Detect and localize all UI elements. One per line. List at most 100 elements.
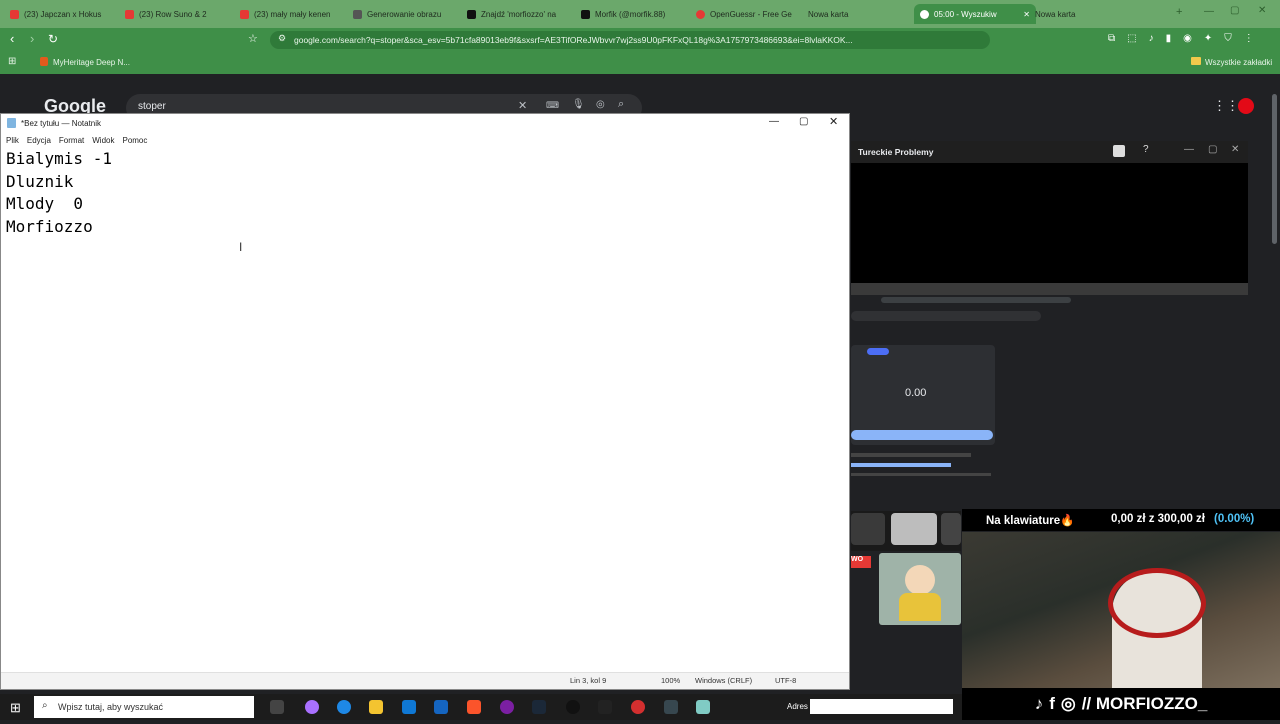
store-icon[interactable]	[434, 700, 448, 714]
popout-black-area	[851, 163, 1248, 283]
stream-handle: // MORFIOZZO_	[1081, 694, 1208, 713]
taskbar-search-placeholder: Wpisz tutaj, aby wyszukać	[58, 702, 164, 712]
stream-handle-bar: ♪ f ◎ // MORFIOZZO_	[962, 688, 1280, 720]
edge-icon[interactable]	[337, 700, 351, 714]
media-icon[interactable]: ♪	[1149, 33, 1154, 47]
windows-start-icon[interactable]: ⊞	[10, 700, 21, 716]
downloads-icon[interactable]: ⬚	[1127, 33, 1136, 47]
minimize-icon[interactable]: —	[769, 116, 779, 127]
close-icon[interactable]: ✕	[1231, 144, 1239, 155]
apps-grid-icon[interactable]: ⊞	[8, 56, 16, 67]
reload-icon[interactable]: ↻	[48, 32, 58, 46]
browser-tab[interactable]: Nowa karta	[808, 4, 908, 24]
forward-icon[interactable]: ›	[30, 31, 34, 46]
close-window-icon[interactable]: ✕	[1258, 5, 1266, 16]
clear-icon[interactable]: ✕	[518, 99, 527, 112]
shield-icon[interactable]: ⛉	[1224, 33, 1232, 47]
bookmark-myheritage[interactable]: MyHeritage Deep N...	[53, 58, 130, 67]
extensions-icon[interactable]: ⧉	[1108, 33, 1115, 47]
taskbar-search[interactable]: ⌕ Wpisz tutaj, aby wyszukać	[34, 696, 254, 718]
discord-icon[interactable]	[500, 700, 514, 714]
thumbnail-image	[851, 513, 885, 545]
browser-tab[interactable]: Nowa karta	[1035, 4, 1135, 24]
pip-icon[interactable]	[1113, 145, 1125, 157]
maximize-icon[interactable]: ▢	[799, 116, 808, 127]
close-icon[interactable]: ✕	[829, 115, 838, 128]
google-apps-icon[interactable]: ⋮⋮	[1213, 98, 1239, 114]
mini-stopwatch-tab	[867, 348, 889, 355]
browser-tab[interactable]: Morfik (@morfik.88)	[581, 4, 681, 24]
mini-result-line	[851, 473, 991, 476]
browser-tab-bar: (23) Japczan x Hokus (23) Row Suno & 2 (…	[0, 0, 1280, 28]
browser-tab[interactable]: (23) Row Suno & 2	[125, 4, 225, 24]
mini-tabbar	[851, 283, 1248, 295]
popout-titlebar[interactable]: Tureckie Problemy ? — ▢ ✕	[851, 141, 1248, 163]
sidebar-icon[interactable]: ▮	[1166, 33, 1172, 47]
menu-pomoc[interactable]: Pomoc	[122, 136, 147, 145]
menu-plik[interactable]: Plik	[6, 136, 19, 145]
address-bar-url: google.com/search?q=stoper&sca_esv=5b71c…	[294, 35, 853, 45]
notepad-title: *Bez tytułu — Notatnik	[21, 118, 102, 128]
obs-icon[interactable]	[566, 700, 580, 714]
maximize-icon[interactable]: ▢	[1230, 5, 1239, 16]
tiktok-icon: ♪	[1034, 694, 1044, 713]
back-icon[interactable]: ‹	[10, 31, 14, 46]
mini-searchbox	[851, 311, 1041, 321]
address-bar[interactable]: ⚙ google.com/search?q=stoper&sca_esv=5b7…	[270, 31, 990, 49]
browser-tab[interactable]: Generowanie obrazu	[353, 4, 453, 24]
minimize-icon[interactable]: —	[1204, 6, 1214, 17]
help-icon[interactable]: ?	[1143, 144, 1149, 155]
account-avatar[interactable]	[1238, 98, 1254, 114]
task-view-icon[interactable]	[270, 700, 284, 714]
popout-title: Tureckie Problemy	[858, 147, 934, 157]
mic-icon[interactable]: 🎙	[572, 99, 585, 110]
brave-icon[interactable]	[467, 700, 481, 714]
myheritage-icon	[40, 57, 48, 66]
profile-icon[interactable]: ◉	[1183, 33, 1192, 47]
copilot-icon[interactable]	[305, 700, 319, 714]
notepad-text-area[interactable]: Bialymis -1 Dluznik Mlody 0 Morfiozzo	[6, 148, 112, 238]
address-toolbar-input[interactable]	[810, 699, 953, 714]
menu-widok[interactable]: Widok	[92, 136, 114, 145]
keyboard-icon[interactable]: ⌨	[546, 100, 559, 111]
notepad-statusbar: Lin 3, kol 9 100% Windows (CRLF) UTF-8	[1, 672, 849, 689]
bookmark-star-icon[interactable]: ☆	[248, 32, 258, 45]
outlook-icon[interactable]	[402, 700, 416, 714]
browser-tab[interactable]: OpenGuessr - Free Ge	[696, 4, 796, 24]
notepad-taskbar-icon[interactable]	[696, 700, 710, 714]
text-line: Mlody 0	[6, 194, 84, 213]
menu-icon[interactable]: ⋮	[1244, 33, 1254, 47]
lens-icon[interactable]: ◎	[596, 99, 605, 110]
avatar	[879, 553, 961, 625]
tiktok-icon	[467, 9, 476, 19]
menu-format[interactable]: Format	[59, 136, 84, 145]
youtube-icon	[125, 9, 134, 19]
cursor-position: Lin 3, kol 9	[570, 676, 607, 685]
mini-stopwatch-card: 0.00	[851, 345, 995, 445]
browser-tab[interactable]: Znajdź 'morfiozzo' na	[467, 4, 567, 24]
ai-icon[interactable]: ✦	[1204, 33, 1212, 47]
minimize-icon[interactable]: —	[1184, 144, 1194, 155]
browser-tab[interactable]: (23) mały mały kenen	[240, 4, 340, 24]
steam-icon[interactable]	[532, 700, 546, 714]
search-icon: ⌕	[42, 700, 48, 711]
tiktok-icon	[581, 9, 590, 19]
browser-tab[interactable]: (23) Japczan x Hokus	[10, 4, 110, 24]
page-scrollbar[interactable]	[1272, 94, 1277, 244]
close-tab-icon[interactable]: ✕	[1023, 10, 1030, 19]
notepad-titlebar[interactable]: *Bez tytułu — Notatnik — ▢ ✕	[1, 114, 849, 132]
text-line: Morfiozzo	[6, 216, 93, 236]
app-icon[interactable]	[664, 700, 678, 714]
search-icon[interactable]: ⌕	[618, 98, 624, 111]
browser-tab-active[interactable]: 05:00 - Wyszukiw ✕	[914, 4, 1036, 24]
maximize-icon[interactable]: ▢	[1208, 144, 1217, 155]
stopwatch-time: 0.00	[905, 387, 927, 399]
menu-edycja[interactable]: Edycja	[27, 136, 51, 145]
app-icon[interactable]	[631, 700, 645, 714]
all-bookmarks-button[interactable]: Wszystkie zakładki	[1205, 58, 1272, 67]
site-info-icon[interactable]: ⚙	[278, 33, 286, 44]
file-explorer-icon[interactable]	[369, 700, 383, 714]
new-tab-icon[interactable]: +	[1176, 6, 1182, 18]
app-icon[interactable]	[598, 700, 612, 714]
text-line: Dluznik	[6, 171, 74, 191]
